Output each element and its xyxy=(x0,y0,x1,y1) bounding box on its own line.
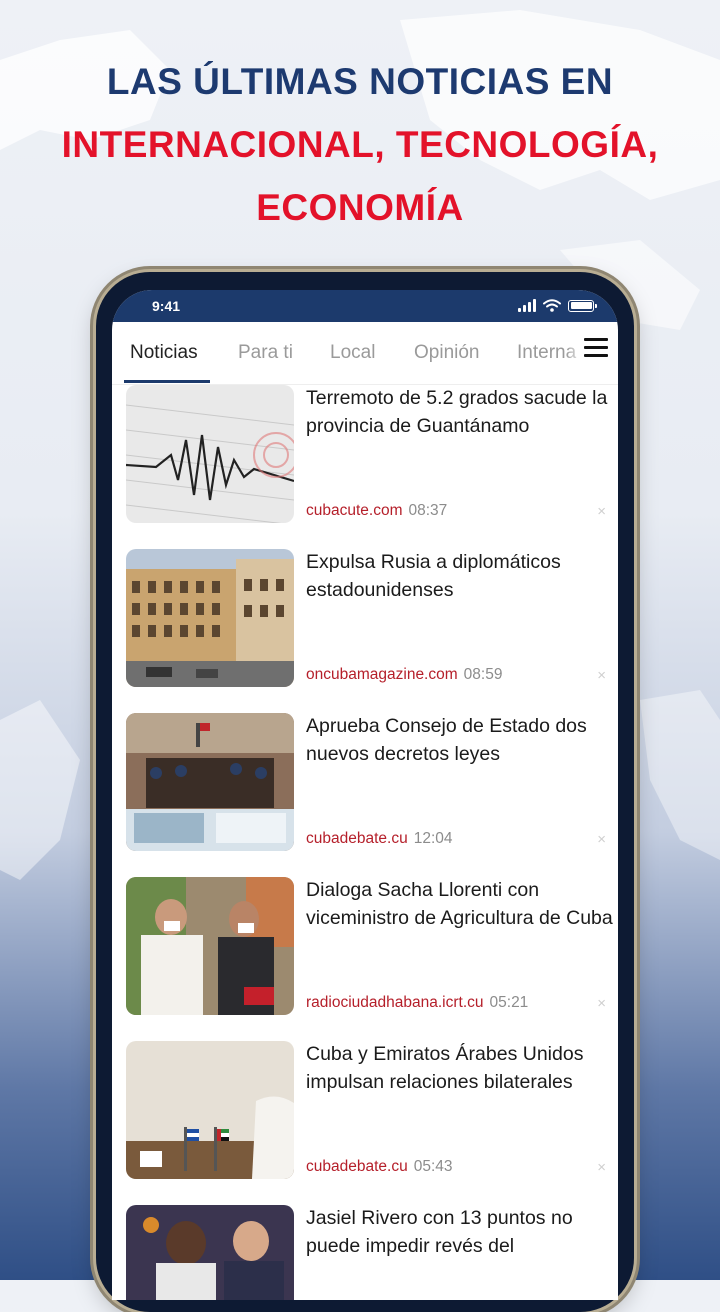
news-time: 12:04 xyxy=(413,830,453,847)
news-meta: cubadebate.cu 12:04 xyxy=(306,830,453,848)
news-source: radiociudadhabana.icrt.cu xyxy=(306,994,484,1011)
signal-icon xyxy=(518,299,536,312)
promo-headline: LAS ÚLTIMAS NOTICIAS EN INTERNACIONAL, T… xyxy=(0,50,720,239)
hamburger-menu-icon[interactable] xyxy=(584,338,608,360)
headline-line-1: LAS ÚLTIMAS NOTICIAS EN xyxy=(106,61,614,102)
news-time: 08:59 xyxy=(463,666,503,683)
news-item[interactable]: Aprueba Consejo de Estado dos nuevos dec… xyxy=(112,713,618,853)
headline-line-2: INTERNACIONAL, TECNOLOGÍA, xyxy=(61,124,659,165)
phone-screen: 9:41 Noticias Para ti Local Opinión Inte… xyxy=(112,290,618,1300)
news-title[interactable]: Aprueba Consejo de Estado dos nuevos dec… xyxy=(306,713,616,768)
active-tab-indicator xyxy=(124,380,210,383)
news-title[interactable]: Dialoga Sacha Llorenti con viceministro … xyxy=(306,877,616,932)
news-time: 05:43 xyxy=(413,1158,453,1175)
wifi-icon xyxy=(543,299,561,312)
news-time: 08:37 xyxy=(408,502,448,519)
news-title[interactable]: Jasiel Rivero con 13 puntos no puede imp… xyxy=(306,1205,616,1260)
news-title[interactable]: Terremoto de 5.2 grados sacude la provin… xyxy=(306,385,616,440)
news-source: oncubamagazine.com xyxy=(306,666,458,683)
news-time: 05:21 xyxy=(489,994,529,1011)
news-source: cubacute.com xyxy=(306,502,403,519)
news-item[interactable]: Jasiel Rivero con 13 puntos no puede imp… xyxy=(112,1205,618,1300)
dismiss-icon[interactable]: × xyxy=(597,1159,606,1176)
news-item[interactable]: Terremoto de 5.2 grados sacude la provin… xyxy=(112,385,618,525)
tab-opinion[interactable]: Opinión xyxy=(414,342,480,364)
tab-local[interactable]: Local xyxy=(330,342,375,364)
news-title[interactable]: Cuba y Emiratos Árabes Unidos impulsan r… xyxy=(306,1041,616,1096)
dismiss-icon[interactable]: × xyxy=(597,831,606,848)
news-thumbnail xyxy=(126,713,294,851)
status-icons xyxy=(518,299,597,312)
status-time: 9:41 xyxy=(152,298,181,314)
status-bar: 9:41 xyxy=(112,290,618,322)
news-meta: cubacute.com 08:37 xyxy=(306,502,447,520)
tab-noticias[interactable]: Noticias xyxy=(130,342,198,364)
news-item[interactable]: Dialoga Sacha Llorenti con viceministro … xyxy=(112,877,618,1017)
news-meta: oncubamagazine.com 08:59 xyxy=(306,666,502,684)
phone-frame: 9:41 Noticias Para ti Local Opinión Inte… xyxy=(96,272,634,1312)
news-thumbnail xyxy=(126,1041,294,1179)
news-title[interactable]: Expulsa Rusia a diplomáticos estadounide… xyxy=(306,549,616,604)
news-item[interactable]: Cuba y Emiratos Árabes Unidos impulsan r… xyxy=(112,1041,618,1181)
news-thumbnail xyxy=(126,549,294,687)
news-thumbnail xyxy=(126,877,294,1015)
dismiss-icon[interactable]: × xyxy=(597,995,606,1012)
news-source: cubadebate.cu xyxy=(306,830,408,847)
tab-para-ti[interactable]: Para ti xyxy=(238,342,293,364)
tabs-fade xyxy=(566,332,584,376)
news-thumbnail xyxy=(126,385,294,523)
dismiss-icon[interactable]: × xyxy=(597,503,606,520)
news-thumbnail xyxy=(126,1205,294,1300)
dismiss-icon[interactable]: × xyxy=(597,667,606,684)
battery-icon xyxy=(568,299,597,312)
news-item[interactable]: Expulsa Rusia a diplomáticos estadounide… xyxy=(112,549,618,689)
news-meta: radiociudadhabana.icrt.cu 05:21 xyxy=(306,994,528,1012)
headline-line-3: ECONOMÍA xyxy=(256,187,464,228)
news-source: cubadebate.cu xyxy=(306,1158,408,1175)
news-meta: cubadebate.cu 05:43 xyxy=(306,1158,453,1176)
category-tabs: Noticias Para ti Local Opinión Interna xyxy=(112,322,618,385)
